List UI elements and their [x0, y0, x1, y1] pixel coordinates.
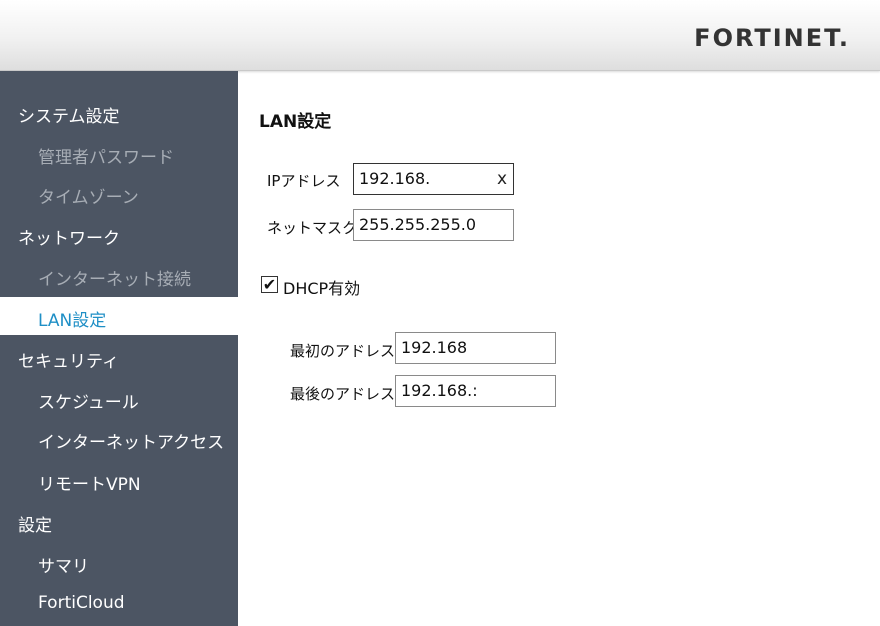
sidebar-item-lan-active-bg[interactable]	[0, 297, 238, 335]
sidebar-item-lan-settings[interactable]: LAN設定	[38, 306, 106, 331]
netmask-label: ネットマスク	[267, 219, 358, 237]
sidebar-item-admin-password[interactable]: 管理者パスワード	[38, 143, 174, 168]
dhcp-enable-label: DHCP有効	[283, 279, 361, 298]
main-content: LAN設定 IPアドレス 192.168. x ネットマスク 255.255.2…	[238, 71, 880, 626]
first-address-value: 192.168	[401, 338, 468, 357]
app-header: FORTINET.	[0, 0, 880, 71]
sidebar-item-forticloud[interactable]: FortiCloud	[38, 593, 125, 613]
first-address-label: 最初のアドレス	[290, 342, 396, 360]
sidebar-group-system[interactable]: システム設定	[18, 102, 120, 127]
sidebar: システム設定 管理者パスワード タイムゾーン ネットワーク インターネット接続 …	[0, 71, 238, 626]
sidebar-group-network[interactable]: ネットワーク	[18, 224, 120, 249]
page-title: LAN設定	[259, 112, 332, 132]
fortinet-logo: FORTINET.	[694, 24, 850, 52]
ip-address-value: 192.168.	[359, 169, 431, 188]
last-address-value: 192.168.:	[401, 381, 478, 400]
ip-address-label: IPアドレス	[267, 172, 341, 190]
netmask-input[interactable]: 255.255.255.0	[353, 209, 514, 241]
dhcp-checkbox[interactable]: ✔	[261, 276, 278, 293]
sidebar-item-remote-vpn[interactable]: リモートVPN	[38, 470, 141, 495]
first-address-input[interactable]: 192.168	[395, 332, 556, 364]
sidebar-item-internet-connection[interactable]: インターネット接続	[38, 265, 191, 290]
netmask-value: 255.255.255.0	[359, 215, 477, 234]
sidebar-group-security[interactable]: セキュリティ	[18, 347, 119, 372]
sidebar-item-schedule[interactable]: スケジュール	[38, 388, 139, 413]
check-icon: ✔	[262, 275, 277, 294]
clear-icon[interactable]: x	[497, 164, 507, 194]
sidebar-item-summary[interactable]: サマリ	[38, 552, 89, 577]
ip-address-input[interactable]: 192.168. x	[353, 163, 514, 195]
sidebar-group-settings[interactable]: 設定	[18, 511, 52, 536]
last-address-label: 最後のアドレス	[290, 385, 396, 403]
logo-text: FORTINET.	[694, 24, 850, 52]
sidebar-item-internet-access[interactable]: インターネットアクセス	[38, 428, 224, 453]
sidebar-item-timezone[interactable]: タイムゾーン	[38, 183, 139, 208]
last-address-input[interactable]: 192.168.:	[395, 375, 556, 407]
